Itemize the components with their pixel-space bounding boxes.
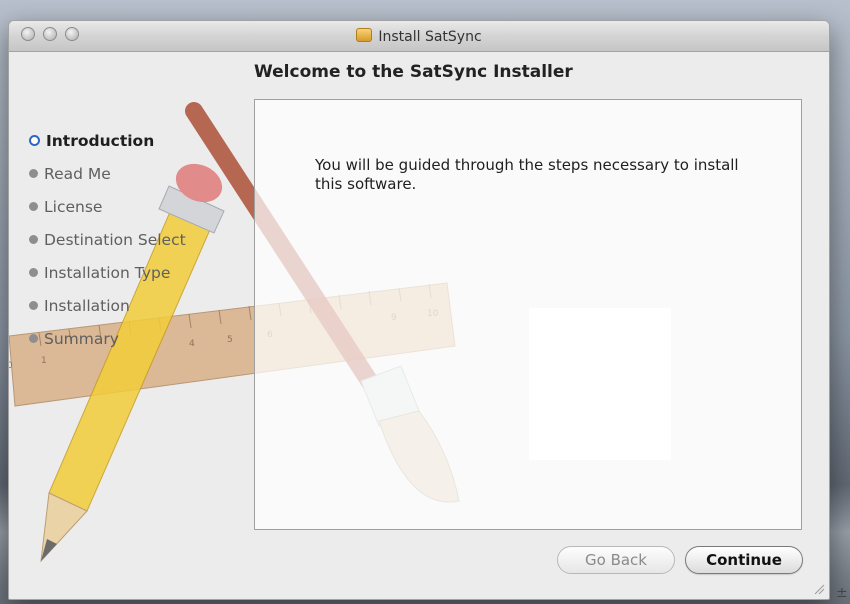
stray-glyph: ± (836, 585, 848, 601)
step-installation: Installation (29, 289, 186, 322)
step-label: Introduction (46, 131, 155, 150)
intro-message: You will be guided through the steps nec… (315, 156, 739, 193)
step-bullet-icon (29, 202, 38, 211)
step-label: Installation Type (44, 263, 171, 282)
blank-image-area (529, 308, 671, 460)
installer-steps: Introduction Read Me License Destination… (29, 124, 186, 355)
step-label: Installation (44, 296, 130, 315)
resize-grip-icon[interactable] (813, 583, 825, 595)
step-bullet-icon (29, 169, 38, 178)
step-read-me: Read Me (29, 157, 186, 190)
ruler-tick-4: 4 (189, 339, 195, 349)
step-bullet-icon (29, 301, 38, 310)
step-introduction: Introduction (29, 124, 186, 157)
ruler-tick-0: 0 (9, 361, 13, 371)
go-back-button[interactable]: Go Back (557, 546, 675, 574)
step-installation-type: Installation Type (29, 256, 186, 289)
step-destination-select: Destination Select (29, 223, 186, 256)
title-bar[interactable]: Install SatSync (9, 21, 829, 52)
current-step-icon (29, 135, 40, 146)
window-title-area: Install SatSync (9, 28, 829, 45)
package-icon (356, 28, 373, 42)
step-label: License (44, 197, 103, 216)
window-title: Install SatSync (378, 29, 482, 45)
step-license: License (29, 190, 186, 223)
step-label: Summary (44, 329, 119, 348)
ruler-tick-1: 1 (41, 356, 47, 366)
installer-window: Install SatSync Welcome to the SatSync I… (8, 20, 830, 600)
step-bullet-icon (29, 235, 38, 244)
step-bullet-icon (29, 268, 38, 277)
step-label: Read Me (44, 164, 111, 183)
step-summary: Summary (29, 322, 186, 355)
step-label: Destination Select (44, 230, 186, 249)
page-heading: Welcome to the SatSync Installer (254, 62, 573, 82)
step-bullet-icon (29, 334, 38, 343)
ruler-tick-5: 5 (227, 335, 233, 345)
content-panel: You will be guided through the steps nec… (254, 99, 802, 530)
continue-button[interactable]: Continue (685, 546, 803, 574)
